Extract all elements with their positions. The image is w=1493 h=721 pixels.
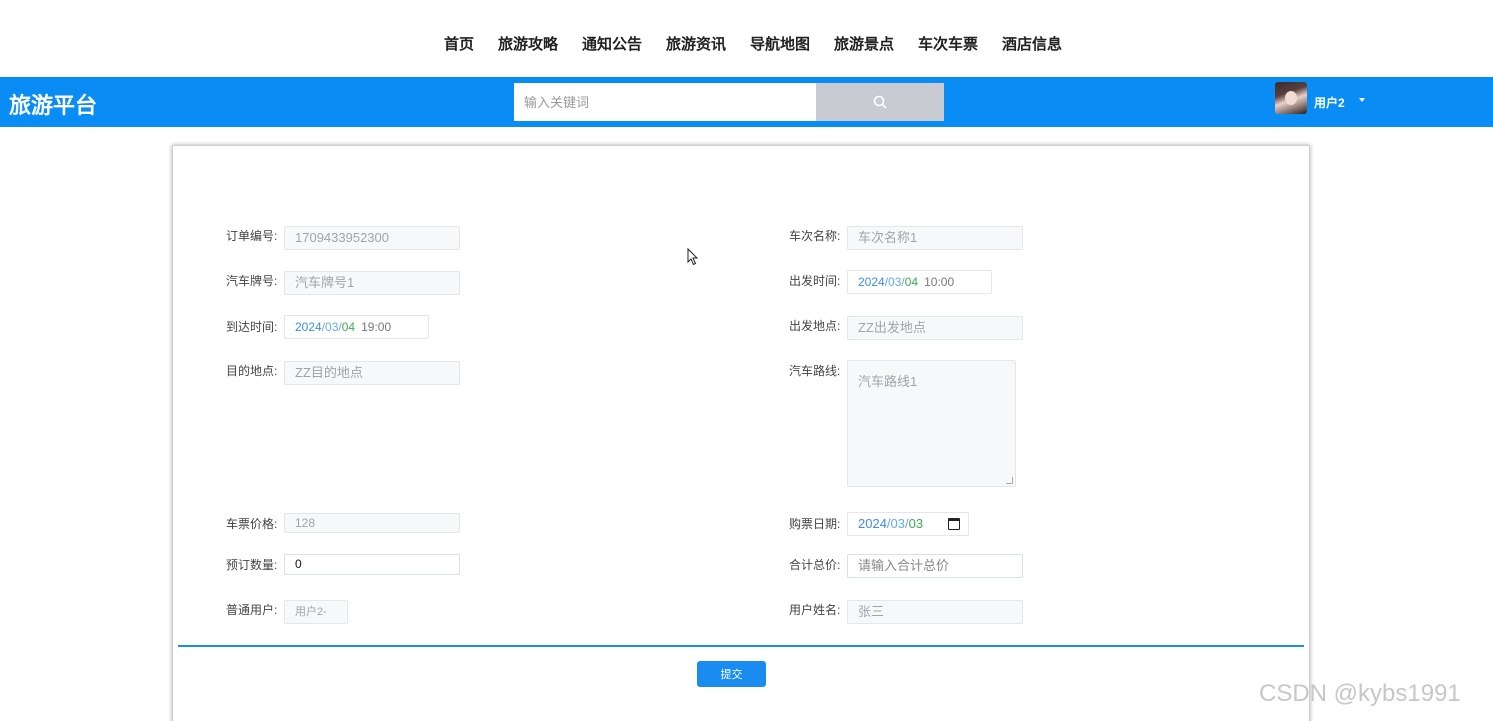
brand-title[interactable]: 旅游平台 [9, 88, 97, 120]
caret-down-icon[interactable] [1359, 98, 1365, 102]
form-divider [178, 645, 1304, 647]
calendar-icon[interactable] [948, 518, 960, 530]
ticket-price-field[interactable]: 128 [284, 513, 460, 533]
departure-month: 03 [888, 275, 902, 289]
trip-name-field[interactable]: 车次名称1 [847, 226, 1023, 250]
user-real-name-field[interactable]: 张三 [847, 600, 1023, 624]
user-name[interactable]: 用户2 [1314, 94, 1345, 111]
purchase-month: 03 [890, 516, 906, 531]
nav-item-notices[interactable]: 通知公告 [582, 33, 642, 54]
arrival-time-field[interactable]: 2024/03/04 19:00 [284, 315, 429, 339]
order-no-field[interactable]: 1709433952300 [284, 226, 460, 250]
trip-name-label: 车次名称: [789, 229, 841, 243]
normal-user-label: 普通用户: [226, 603, 278, 617]
bus-route-textarea[interactable]: 汽车路线1 [847, 360, 1016, 487]
departure-place-field[interactable]: ZZ出发地点 [847, 316, 1023, 340]
bus-plate-field[interactable]: 汽车牌号1 [284, 271, 460, 295]
purchase-date-input[interactable]: 2024/03/03 [847, 512, 969, 536]
booking-qty-input[interactable]: 0 [284, 554, 460, 575]
bus-plate-label: 汽车牌号: [226, 274, 278, 288]
nav-item-map[interactable]: 导航地图 [750, 33, 810, 54]
purchase-date-label: 购票日期: [789, 517, 841, 531]
resize-handle[interactable] [1006, 477, 1013, 484]
arrival-day: 04 [341, 320, 356, 334]
arrival-year: 2024 [295, 320, 322, 334]
departure-place-label: 出发地点: [789, 319, 841, 333]
purchase-day: 03 [908, 516, 924, 531]
search-icon [873, 95, 887, 109]
avatar[interactable] [1275, 82, 1307, 114]
bus-route-label: 汽车路线: [789, 364, 841, 378]
bus-route-value: 汽车路线1 [858, 374, 918, 389]
nav-item-travel-news[interactable]: 旅游资讯 [666, 33, 726, 54]
search-button[interactable] [816, 83, 944, 121]
header-bar: 旅游平台 用户2 [0, 77, 1493, 127]
nav-item-travel-guides[interactable]: 旅游攻略 [498, 33, 558, 54]
departure-time-field[interactable]: 2024/03/04 10:00 [847, 270, 992, 294]
departure-year: 2024 [858, 275, 885, 289]
normal-user-field[interactable]: 用户2- [284, 600, 348, 624]
nav-item-home[interactable]: 首页 [444, 33, 474, 54]
destination-field[interactable]: ZZ目的地点 [284, 361, 460, 385]
user-real-name-label: 用户姓名: [789, 603, 841, 617]
departure-day: 04 [904, 275, 919, 289]
booking-qty-label: 预订数量: [226, 558, 278, 572]
arrival-time-label: 到达时间: [226, 320, 278, 334]
departure-clock: 10:00 [924, 275, 955, 289]
arrival-month: 03 [325, 320, 339, 334]
order-no-label: 订单编号: [226, 229, 278, 243]
arrival-clock: 19:00 [361, 320, 392, 334]
top-navigation: 首页 旅游攻略 通知公告 旅游资讯 导航地图 旅游景点 车次车票 酒店信息 [0, 0, 1493, 77]
search-input[interactable] [514, 83, 816, 121]
total-price-input[interactable]: 请输入合计总价 [847, 554, 1023, 578]
destination-label: 目的地点: [226, 364, 278, 378]
watermark: CSDN @kybs1991 [1259, 680, 1461, 707]
submit-button[interactable]: 提交 [697, 661, 766, 687]
total-price-label: 合计总价: [789, 558, 841, 572]
departure-time-label: 出发时间: [789, 274, 841, 288]
purchase-year: 2024 [858, 516, 887, 531]
nav-item-tickets[interactable]: 车次车票 [918, 33, 978, 54]
ticket-price-label: 车票价格: [226, 517, 278, 531]
nav-item-attractions[interactable]: 旅游景点 [834, 33, 894, 54]
nav-item-hotels[interactable]: 酒店信息 [1002, 33, 1062, 54]
mouse-cursor-icon [687, 248, 699, 266]
